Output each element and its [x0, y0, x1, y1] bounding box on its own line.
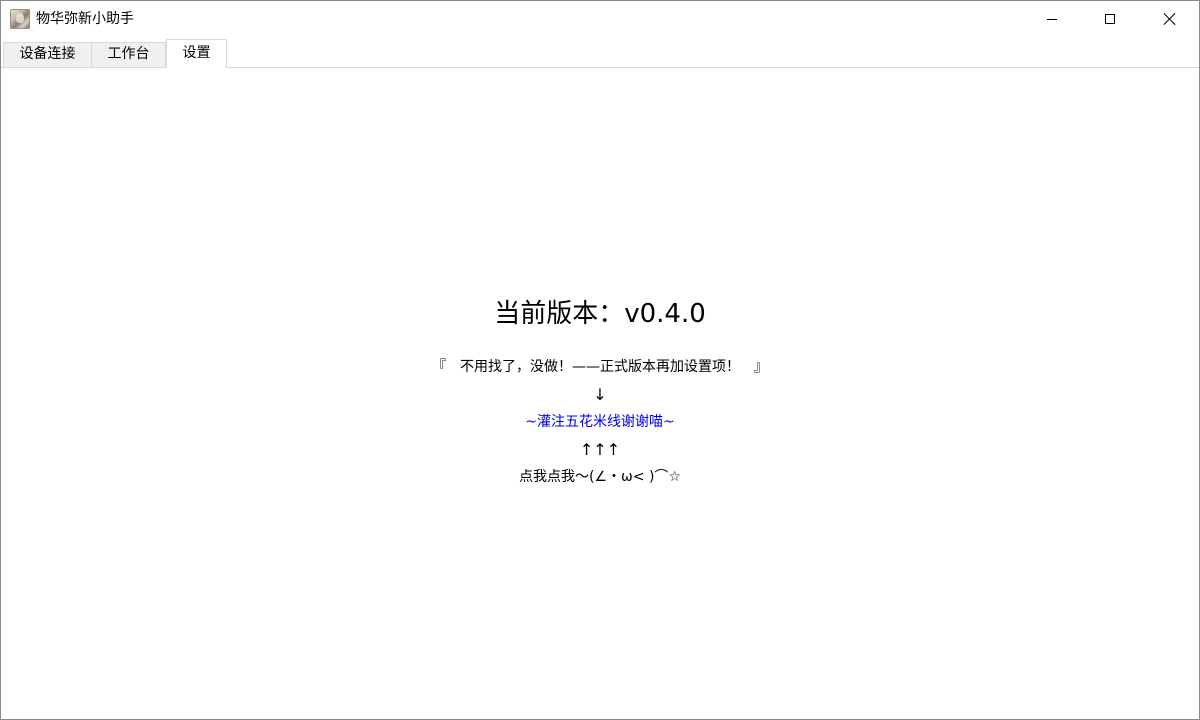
title-bar[interactable]: 物华弥新小助手	[1, 1, 1199, 37]
settings-notice: 『 不用找了，没做！——正式版本再加设置项！ 』	[432, 359, 768, 375]
tab-workbench[interactable]: 工作台	[91, 42, 166, 67]
tab-device-connection[interactable]: 设备连接	[3, 42, 92, 67]
minimize-icon	[1047, 18, 1057, 20]
maximize-button[interactable]	[1081, 1, 1139, 37]
app-portrait-icon	[10, 9, 30, 29]
click-me-text: 点我点我～(∠・ω< )⌒☆	[519, 469, 681, 485]
maximize-icon	[1105, 14, 1115, 24]
up-arrows-text: ↑↑↑	[579, 440, 621, 459]
settings-panel: 当前版本：v0.4.0 『 不用找了，没做！——正式版本再加设置项！ 』 ↓ ~…	[1, 68, 1199, 719]
donate-link[interactable]: ~灌注五花米线谢谢喵~	[1, 413, 1199, 431]
tab-strip: 设备连接 工作台 设置	[1, 37, 1199, 68]
app-window: 物华弥新小助手 设备连接 工作台 设置 当前版本：v0.4.0 『 不用找了，没…	[0, 0, 1200, 720]
down-arrow-text: ↓	[593, 385, 607, 404]
minimize-button[interactable]	[1023, 1, 1081, 37]
close-button[interactable]	[1141, 1, 1199, 37]
version-label: 当前版本：v0.4.0	[494, 299, 706, 329]
tab-settings[interactable]: 设置	[166, 39, 227, 68]
window-title: 物华弥新小助手	[36, 11, 134, 27]
close-icon	[1163, 12, 1177, 26]
